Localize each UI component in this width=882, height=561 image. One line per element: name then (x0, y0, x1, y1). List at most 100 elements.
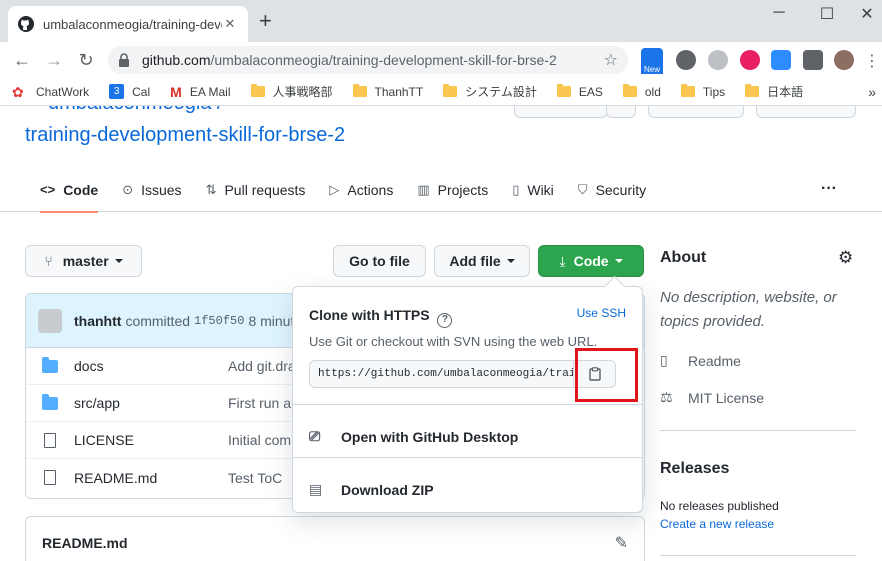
open-github-desktop-item[interactable]: ⎚ Open with GitHub Desktop (309, 428, 518, 445)
file-name[interactable]: src/app (74, 395, 228, 411)
help-icon[interactable]: ? (437, 313, 453, 328)
maximize-icon[interactable]: ☐ (812, 4, 842, 24)
file-icon (44, 470, 56, 485)
bookmark-folder[interactable]: Tips (680, 84, 725, 99)
bookmark-cal[interactable]: 3 Cal (109, 84, 150, 99)
go-to-file-button[interactable]: Go to file (333, 245, 426, 277)
bookmark-star-icon[interactable]: ☆ (604, 50, 618, 70)
code-dropdown-button[interactable]: ⤓ Code (538, 245, 644, 277)
clone-url-input[interactable]: https://github.com/umbalaconmeogia/train… (309, 360, 574, 388)
browser-tab[interactable]: umbalaconmeogia/training-deve ✕ (8, 6, 248, 42)
tab-label: Projects (437, 181, 489, 198)
use-ssh-link[interactable]: Use SSH (577, 306, 626, 320)
branch-select-button[interactable]: ⑂ master (25, 245, 142, 277)
commit-time: 8 minut (248, 312, 295, 329)
create-release-link[interactable]: Create a new release (660, 517, 774, 531)
bookmark-label: ThanhTT (374, 84, 424, 99)
bookmark-label: old (644, 84, 661, 99)
extension-pink-icon[interactable] (740, 50, 760, 70)
tab-projects[interactable]: ▥ Projects (405, 168, 500, 212)
commit-author[interactable]: thanhtt (74, 313, 121, 329)
more-tabs-icon[interactable]: ··· (821, 180, 837, 198)
extensions-puzzle-icon[interactable] (803, 50, 823, 70)
tab-label: Pull requests (224, 181, 306, 198)
tab-actions[interactable]: ▷ Actions (317, 168, 405, 212)
download-zip-item[interactable]: ▤ Download ZIP (309, 481, 434, 498)
extension-gear-icon[interactable] (708, 50, 728, 70)
bookmark-folder[interactable]: 日本語 (745, 83, 803, 100)
pencil-icon[interactable]: ✎ (615, 533, 628, 553)
profile-avatar[interactable] (834, 50, 854, 70)
commit-message[interactable]: Initial com (228, 432, 291, 448)
readme-link[interactable]: ▯ Readme (660, 352, 741, 369)
repo-owner-link[interactable]: umbalaconmeogia / (48, 106, 223, 115)
commit-message[interactable]: First run ap (228, 395, 299, 411)
add-file-button[interactable]: Add file (434, 245, 530, 277)
file-name[interactable]: LICENSE (74, 432, 228, 448)
releases-heading[interactable]: Releases (660, 460, 729, 478)
law-icon: ⚖ (660, 389, 673, 405)
back-icon[interactable]: ← (8, 46, 36, 74)
commit-message[interactable]: Test ToC (228, 470, 282, 486)
watch-button[interactable] (514, 106, 608, 118)
add-file-label: Add file (449, 253, 501, 269)
bookmark-chatwork[interactable]: ✿ ChatWork (12, 84, 89, 100)
divider (293, 404, 642, 405)
bookmark-label: システム設計 (465, 85, 537, 99)
folder-icon (622, 84, 637, 97)
watch-count[interactable] (606, 106, 636, 118)
window-close-icon[interactable]: ✕ (852, 4, 882, 24)
folder-icon (745, 84, 760, 97)
file-name[interactable]: README.md (74, 470, 228, 486)
bookmark-folder[interactable]: 人事戦略部 (250, 83, 333, 100)
forward-icon[interactable]: → (40, 46, 68, 74)
readme-title: README.md (42, 535, 128, 551)
folder-icon (42, 356, 58, 373)
fork-button[interactable] (756, 106, 856, 118)
avatar[interactable] (38, 308, 62, 333)
extension-circle-icon[interactable] (676, 50, 696, 70)
bookmark-label: EA Mail (189, 84, 231, 99)
bookmark-folder[interactable]: EAS (556, 84, 603, 99)
new-tab-button[interactable]: + (259, 10, 272, 32)
bookmark-label: EAS (578, 84, 603, 99)
tab-security[interactable]: ⛉ Security (566, 168, 658, 212)
tab-code[interactable]: <> Code (28, 168, 110, 213)
tab-close-icon[interactable]: ✕ (222, 16, 238, 32)
tab-title: umbalaconmeogia/training-deve (43, 16, 222, 32)
bookmark-folder[interactable]: old (622, 84, 661, 99)
star-button[interactable] (648, 106, 744, 118)
desktop-download-icon: ⎚ (309, 428, 321, 444)
zoom-extension-icon[interactable] (771, 50, 791, 70)
divider (660, 430, 856, 431)
bookmark-folder[interactable]: ThanhTT (352, 84, 424, 99)
browser-menu-icon[interactable]: ⋮ (864, 51, 880, 71)
folder-icon (556, 84, 571, 97)
tab-pull-requests[interactable]: ⇅ Pull requests (194, 168, 318, 212)
extension-new-icon[interactable]: New (641, 48, 663, 74)
minimize-icon[interactable]: ─ (764, 4, 794, 24)
browser-toolbar: ← → ↻ github.com/umbalaconmeogia/trainin… (0, 42, 882, 78)
tab-issues[interactable]: ⊙ Issues (110, 168, 193, 212)
license-link[interactable]: ⚖ MIT License (660, 389, 764, 406)
bookmark-ea-mail[interactable]: M EA Mail (170, 84, 230, 100)
folder-icon (42, 393, 58, 410)
address-bar[interactable]: github.com/umbalaconmeogia/training-deve… (108, 46, 628, 74)
file-name[interactable]: docs (74, 358, 228, 374)
bookmark-label: 人事戦略部 (272, 85, 333, 99)
commit-sha[interactable]: 1f50f50 (194, 314, 244, 328)
issue-icon: ⊙ (122, 181, 134, 197)
bookmarks-overflow-icon[interactable]: » (868, 84, 876, 100)
branch-label: master (62, 253, 109, 269)
tab-wiki[interactable]: ▯ Wiki (500, 168, 566, 212)
readme-link-label: Readme (688, 352, 741, 369)
clone-title-text: Clone with HTTPS (309, 307, 430, 323)
bookmark-label: Cal (132, 84, 151, 99)
gear-icon[interactable]: ⚙ (838, 248, 853, 268)
bookmark-folder[interactable]: システム設計 (443, 83, 537, 100)
clone-description: Use Git or checkout with SVN using the w… (309, 334, 598, 349)
reload-icon[interactable]: ↻ (72, 46, 100, 74)
commit-message[interactable]: Add git.dra (228, 358, 296, 374)
repo-name-link[interactable]: training-development-skill-for-brse-2 (25, 124, 345, 147)
url-path: /umbalaconmeogia/training-development-sk… (210, 52, 557, 68)
